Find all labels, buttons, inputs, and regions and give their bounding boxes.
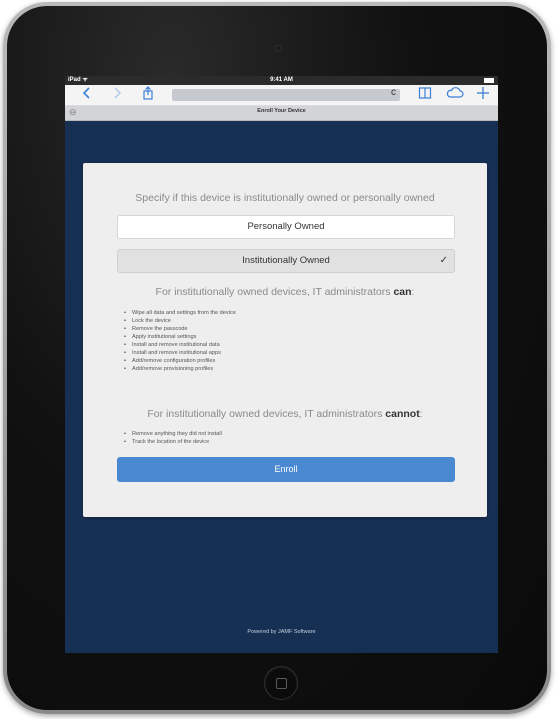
list-item: Add/remove configuration profiles <box>124 357 236 365</box>
home-button[interactable] <box>264 666 298 700</box>
page: iPad ᯤ 9:41 AM c ⊖ Enroll Your Device Sp… <box>0 0 558 719</box>
battery-icon <box>484 78 494 83</box>
plus-icon[interactable] <box>475 86 491 104</box>
personally-owned-option[interactable]: Personally Owned <box>117 215 455 239</box>
cannot-heading-bold: cannot <box>385 408 420 420</box>
bookmarks-icon[interactable] <box>417 86 433 104</box>
camera-icon <box>275 45 282 52</box>
list-item: Remove anything they did not install <box>124 430 222 438</box>
list-item: Install and remove institutional apps <box>124 349 236 357</box>
ownership-prompt: Specify if this device is institutionall… <box>135 192 435 204</box>
status-bar: iPad ᯤ 9:41 AM <box>65 76 498 85</box>
status-time: 9:41 AM <box>270 77 293 83</box>
cannot-heading-prefix: For institutionally owned devices, IT ad… <box>147 408 386 420</box>
institutionally-owned-label: Institutionally Owned <box>242 255 330 266</box>
back-icon[interactable] <box>80 86 94 104</box>
browser-toolbar: c <box>65 85 498 106</box>
list-item: Wipe all data and settings from the devi… <box>124 309 236 317</box>
list-item: Apply institutional settings <box>124 333 236 341</box>
list-item: Track the location of the device <box>124 438 222 446</box>
forward-icon[interactable] <box>110 86 124 104</box>
can-heading-bold: can <box>393 286 412 298</box>
institutionally-owned-option[interactable]: Institutionally Owned ✓ <box>117 249 455 273</box>
can-heading: For institutionally owned devices, IT ad… <box>83 286 487 298</box>
checkmark-icon: ✓ <box>439 255 448 266</box>
home-square-icon <box>275 677 287 689</box>
tab-title[interactable]: Enroll Your Device <box>65 108 498 114</box>
can-list: Wipe all data and settings from the devi… <box>124 309 236 373</box>
enroll-button[interactable]: Enroll <box>117 457 455 482</box>
list-item: Lock the device <box>124 317 236 325</box>
can-heading-prefix: For institutionally owned devices, IT ad… <box>155 286 394 298</box>
cannot-list: Remove anything they did not install Tra… <box>124 430 222 446</box>
list-item: Remove the passcode <box>124 325 236 333</box>
can-heading-suffix: : <box>411 286 415 298</box>
cloud-icon[interactable] <box>445 86 465 104</box>
address-bar[interactable]: c <box>172 87 400 101</box>
reload-icon[interactable]: c <box>391 87 396 98</box>
share-icon[interactable] <box>140 86 156 104</box>
footer-credit: Powered by JAMF Software <box>247 629 316 635</box>
list-item: Install and remove institutional data <box>124 341 236 349</box>
enrollment-card: Specify if this device is institutionall… <box>83 163 487 517</box>
cannot-heading: For institutionally owned devices, IT ad… <box>83 408 487 420</box>
cannot-heading-suffix: : <box>419 408 423 420</box>
device-screen: iPad ᯤ 9:41 AM c ⊖ Enroll Your Device Sp… <box>65 76 498 653</box>
tab-bar: ⊖ Enroll Your Device <box>65 106 498 121</box>
list-item: Add/remove provisioning profiles <box>124 365 236 373</box>
personally-owned-label: Personally Owned <box>247 221 325 232</box>
